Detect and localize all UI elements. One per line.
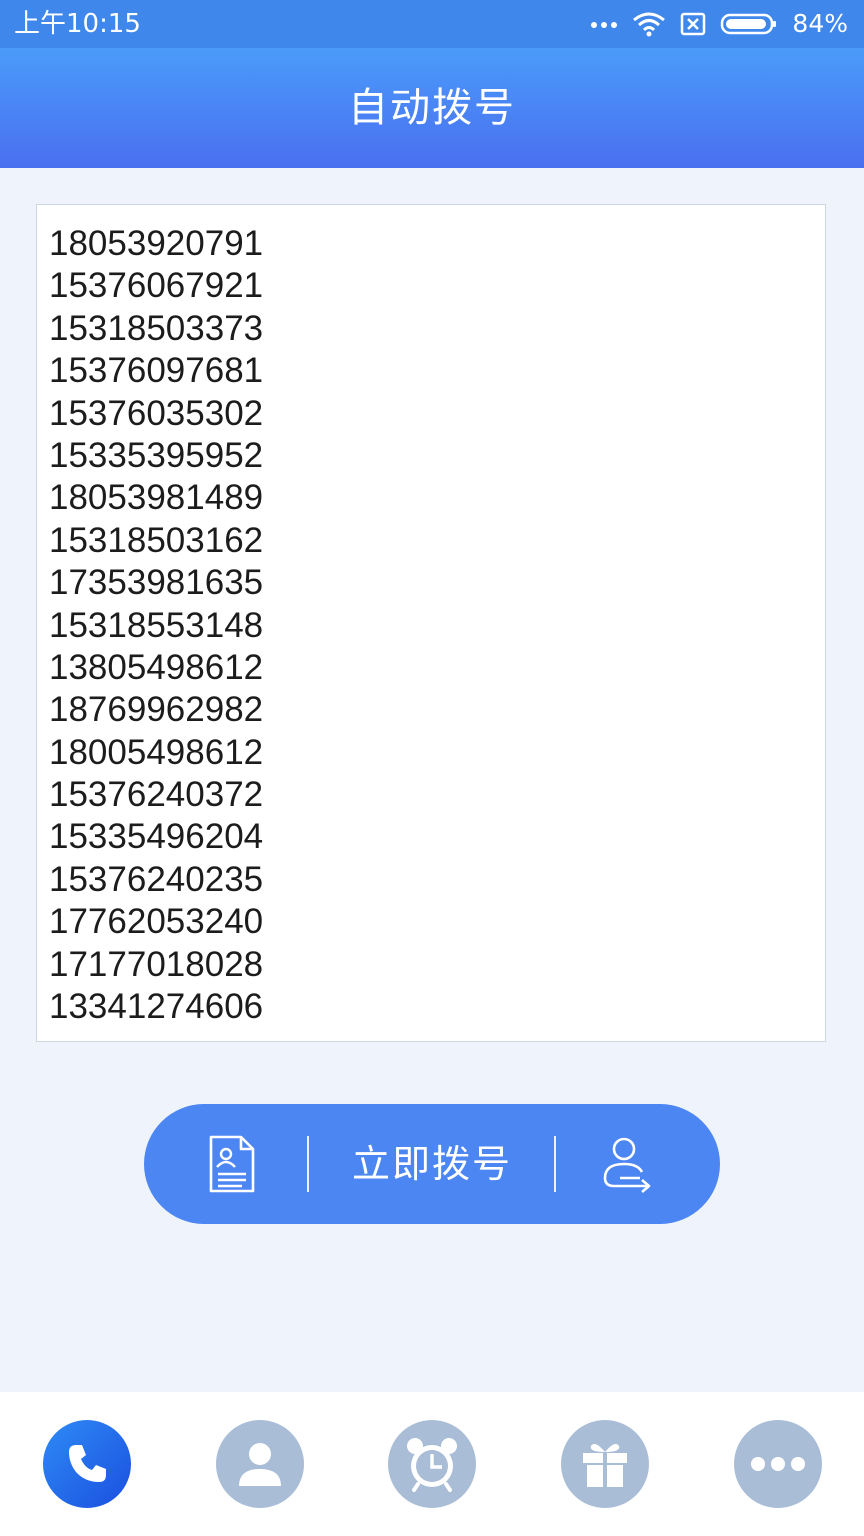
number-list-item: 15376035302 bbox=[49, 393, 264, 433]
number-list-item: 17353981635 bbox=[49, 563, 264, 603]
contact-icon bbox=[239, 1443, 281, 1486]
number-list-item: 13805498612 bbox=[49, 647, 264, 687]
number-list-item: 15318553148 bbox=[49, 605, 264, 645]
number-list-item: 15335496204 bbox=[49, 817, 264, 857]
pill-divider-right bbox=[554, 1136, 556, 1192]
nav-phone-button[interactable] bbox=[43, 1420, 131, 1508]
number-list-item: 15318503162 bbox=[49, 520, 264, 560]
battery-icon bbox=[721, 13, 777, 35]
number-list-item: 17177018028 bbox=[49, 944, 264, 984]
more-dots-icon bbox=[591, 22, 618, 28]
number-list-item: 13341274606 bbox=[49, 987, 264, 1027]
status-time: 上午10:15 bbox=[14, 9, 141, 39]
number-list-item: 18769962982 bbox=[49, 690, 264, 730]
dial-action-bar: 立即拨号 bbox=[144, 1104, 720, 1224]
battery-percent: 84% bbox=[792, 9, 848, 38]
number-list-item: 15376097681 bbox=[49, 351, 264, 391]
status-bar: 上午10:15 84% bbox=[0, 0, 864, 48]
nav-more-button[interactable] bbox=[734, 1420, 822, 1508]
nav-gift-button[interactable] bbox=[561, 1420, 649, 1508]
number-list-item: 18053920791 bbox=[49, 224, 264, 263]
number-list-item: 15335395952 bbox=[49, 435, 264, 475]
more-icon bbox=[751, 1457, 805, 1471]
pill-divider-left bbox=[307, 1136, 309, 1192]
nav-alarm-button[interactable] bbox=[388, 1420, 476, 1508]
number-list-item: 17762053240 bbox=[49, 902, 264, 942]
gift-icon bbox=[583, 1444, 627, 1487]
number-list-item: 15376240372 bbox=[49, 775, 264, 815]
number-list-item: 15376067921 bbox=[49, 266, 264, 306]
user-switch-icon[interactable] bbox=[596, 1134, 656, 1194]
number-list-item: 15376240235 bbox=[49, 859, 264, 899]
number-list-item: 18053981489 bbox=[49, 478, 264, 518]
alarm-clock-icon bbox=[407, 1438, 457, 1492]
phone-icon bbox=[69, 1445, 106, 1482]
status-icons: 84% bbox=[590, 8, 848, 40]
number-list-item: 15318503373 bbox=[49, 308, 264, 348]
number-list-item: 18005498612 bbox=[49, 732, 264, 772]
number-list-textarea[interactable]: 18053920791 15376067921 15318503373 1537609… bbox=[36, 204, 826, 1042]
dial-now-button[interactable]: 立即拨号 bbox=[344, 1104, 520, 1224]
app-header: 自动拨号 bbox=[0, 48, 864, 168]
number-list: 18053920791 15376067921 15318503373 1537609… bbox=[37, 205, 825, 1028]
sim-off-icon bbox=[681, 12, 706, 36]
wifi-icon bbox=[633, 12, 666, 37]
contact-document-icon[interactable] bbox=[202, 1134, 262, 1194]
bottom-nav bbox=[0, 1392, 864, 1536]
page-title: 自动拨号 bbox=[348, 85, 516, 131]
nav-contact-button[interactable] bbox=[216, 1420, 304, 1508]
